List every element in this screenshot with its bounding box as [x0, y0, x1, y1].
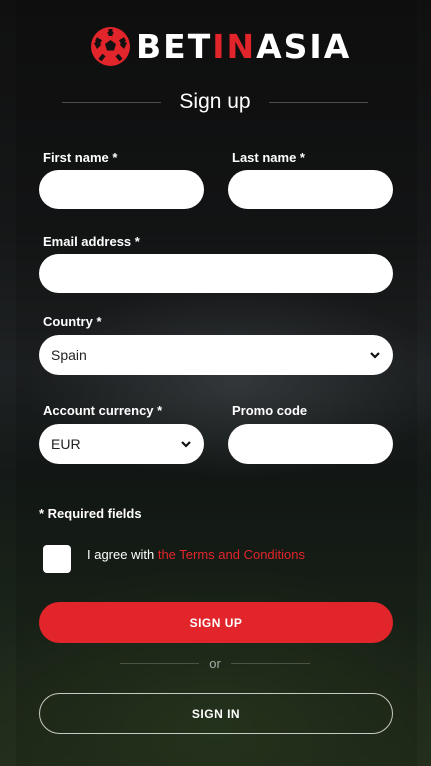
title-divider-left [62, 101, 162, 103]
brand-part-1: BET [136, 26, 213, 66]
currency-label: Account currency * [43, 403, 163, 418]
page-title: Sign up [179, 90, 251, 113]
brand-logo[interactable]: BETINASIA [91, 26, 351, 66]
terms-agreement: I agree with the Terms and Conditions [87, 547, 305, 562]
currency-value: EUR [51, 436, 81, 452]
agree-text: I agree with [87, 547, 158, 562]
chevron-down-icon [181, 441, 191, 448]
or-line-left [120, 663, 200, 664]
left-edge-shade [0, 0, 16, 766]
or-text: or [209, 656, 221, 671]
country-label: Country * [43, 314, 102, 329]
brand-part-2: IN [212, 26, 257, 66]
country-value: Spain [51, 347, 87, 363]
title-divider-right [268, 101, 369, 103]
or-divider: or [120, 656, 310, 671]
brand-part-3: ASIA [256, 26, 352, 66]
first-name-field[interactable] [39, 170, 204, 209]
or-line-right [230, 663, 310, 664]
promo-code-field[interactable] [228, 424, 393, 464]
chevron-down-icon [370, 352, 380, 359]
first-name-label: First name * [43, 150, 118, 165]
sign-in-button[interactable]: SIGN IN [39, 693, 393, 734]
country-select[interactable]: Spain [39, 335, 393, 375]
required-fields-note: * Required fields [39, 506, 142, 521]
currency-select[interactable]: EUR [39, 424, 204, 464]
form-title-row: Sign up [62, 90, 369, 114]
terms-checkbox[interactable] [43, 545, 71, 573]
terms-link[interactable]: the Terms and Conditions [158, 547, 305, 562]
soccer-ball-icon [91, 26, 130, 66]
sign-up-button[interactable]: SIGN UP [39, 602, 393, 643]
right-edge-shade [417, 0, 431, 766]
email-field[interactable] [39, 254, 393, 293]
promo-code-label: Promo code [232, 403, 308, 418]
last-name-field[interactable] [228, 170, 393, 209]
signup-panel [16, 0, 417, 766]
email-label: Email address * [43, 234, 140, 249]
last-name-label: Last name * [232, 150, 305, 165]
brand-name: BETINASIA [136, 27, 351, 66]
